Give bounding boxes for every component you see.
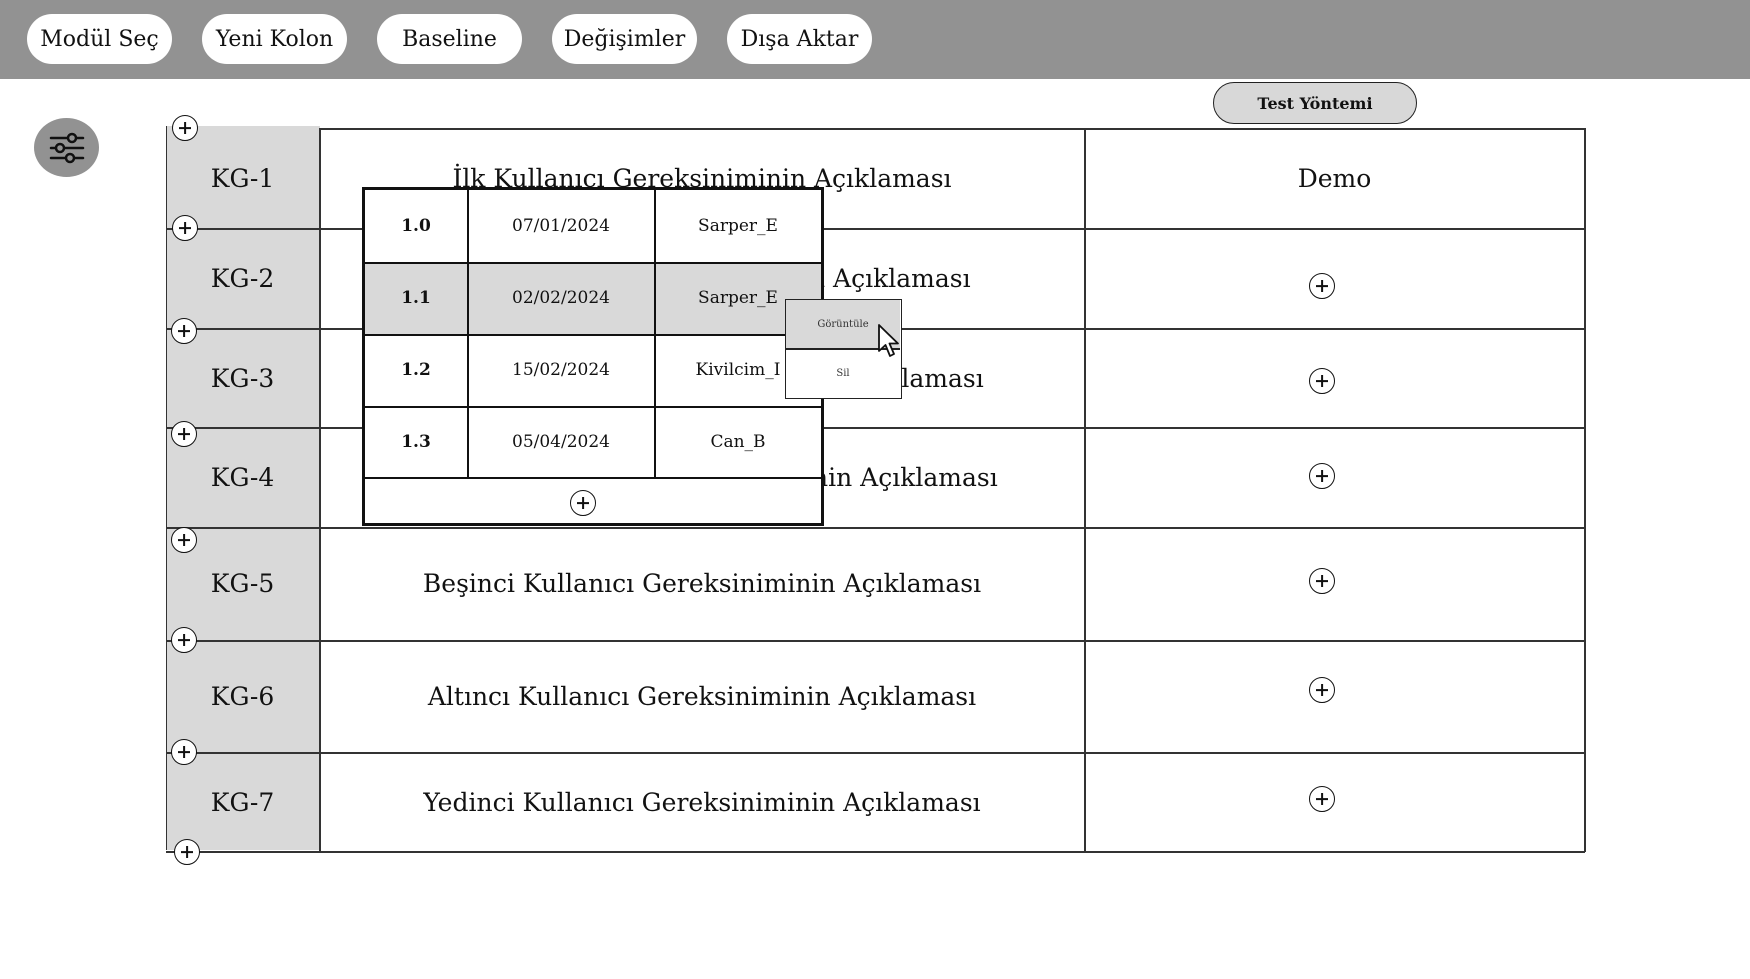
add-test-method-icon[interactable] [1309, 568, 1335, 594]
add-test-method-icon[interactable] [1309, 786, 1335, 812]
version-user: Sarper_E [698, 216, 778, 236]
version-row-selected[interactable]: 1.1 02/02/2024 Sarper_E [365, 262, 821, 334]
module-select-button[interactable]: Modül Seç [27, 14, 172, 64]
column-divider [1084, 128, 1086, 852]
table-border-right [1584, 128, 1586, 852]
baseline-button[interactable]: Baseline [377, 14, 522, 64]
version-date: 07/01/2024 [512, 216, 610, 236]
insert-row-icon[interactable] [171, 318, 197, 344]
insert-row-icon[interactable] [172, 115, 198, 141]
insert-row-icon[interactable] [171, 527, 197, 553]
top-toolbar: Modül Seç Yeni Kolon Baseline Değişimler… [0, 0, 1750, 79]
version-number: 1.2 [401, 360, 431, 380]
requirement-description: Beşinci Kullanıcı Gereksiniminin Açıklam… [422, 569, 982, 598]
version-row-divider [365, 406, 821, 408]
requirement-description: Yedinci Kullanıcı Gereksiniminin Açıklam… [423, 787, 981, 817]
test-method-value[interactable]: Demo [1085, 128, 1584, 228]
version-number: 1.3 [401, 431, 431, 452]
insert-row-icon[interactable] [171, 627, 197, 653]
insert-row-icon[interactable] [171, 421, 197, 447]
add-test-method-icon[interactable] [1309, 368, 1335, 394]
requirement-id: KG-7 [210, 787, 275, 817]
add-version-icon[interactable] [570, 490, 596, 516]
version-column-divider [467, 190, 469, 478]
version-row-divider [365, 477, 821, 479]
version-date: 05/04/2024 [512, 431, 610, 452]
new-column-button[interactable]: Yeni Kolon [202, 14, 347, 64]
mouse-cursor-icon [878, 324, 899, 357]
insert-row-icon[interactable] [171, 739, 197, 765]
test-method-header[interactable]: Test Yöntemi [1213, 82, 1417, 124]
requirement-id: KG-1 [210, 163, 275, 193]
version-row-divider [365, 334, 821, 336]
add-test-method-icon[interactable] [1309, 677, 1335, 703]
insert-row-icon[interactable] [174, 839, 200, 865]
requirement-id: KG-6 [210, 682, 275, 711]
add-test-method-icon[interactable] [1309, 273, 1335, 299]
version-row[interactable]: 1.0 07/01/2024 Sarper_E [365, 190, 821, 262]
requirement-description: Altıncı Kullanıcı Gereksiniminin Açıklam… [427, 682, 977, 711]
version-column-divider [654, 190, 656, 478]
version-user: Can_B [710, 431, 766, 452]
version-number: 1.1 [401, 288, 431, 308]
sliders-icon [49, 132, 84, 163]
version-date: 02/02/2024 [512, 288, 610, 308]
insert-row-icon[interactable] [172, 215, 198, 241]
changes-button[interactable]: Değişimler [552, 14, 697, 64]
version-row[interactable]: 1.2 15/02/2024 Kivilcim_I [365, 334, 821, 406]
version-number: 1.0 [401, 216, 431, 236]
filter-button[interactable] [34, 118, 99, 177]
version-row[interactable]: 1.3 05/04/2024 Can_B [365, 406, 821, 477]
version-history-popup: 1.0 07/01/2024 Sarper_E 1.1 02/02/2024 S… [362, 187, 824, 526]
export-button[interactable]: Dışa Aktar [727, 14, 872, 64]
requirement-id: KG-2 [210, 263, 275, 293]
version-row-divider [365, 262, 821, 264]
version-date: 15/02/2024 [512, 360, 610, 380]
add-test-method-icon[interactable] [1309, 463, 1335, 489]
